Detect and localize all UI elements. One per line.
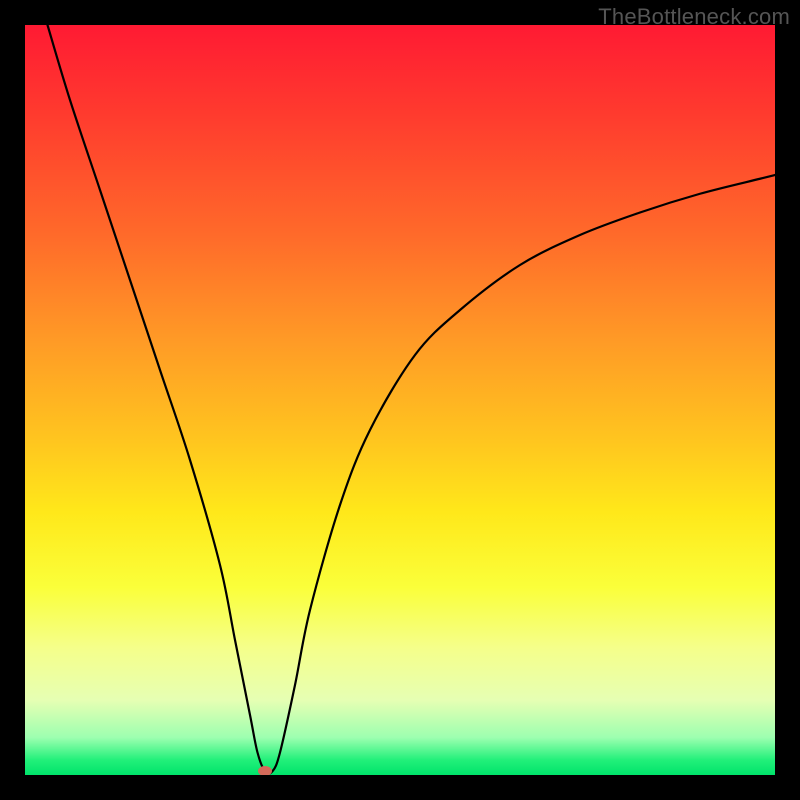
minimum-point-marker: [258, 766, 272, 775]
watermark-text: TheBottleneck.com: [598, 4, 790, 30]
chart-frame: TheBottleneck.com: [0, 0, 800, 800]
bottleneck-curve: [25, 25, 775, 775]
plot-area: [25, 25, 775, 775]
